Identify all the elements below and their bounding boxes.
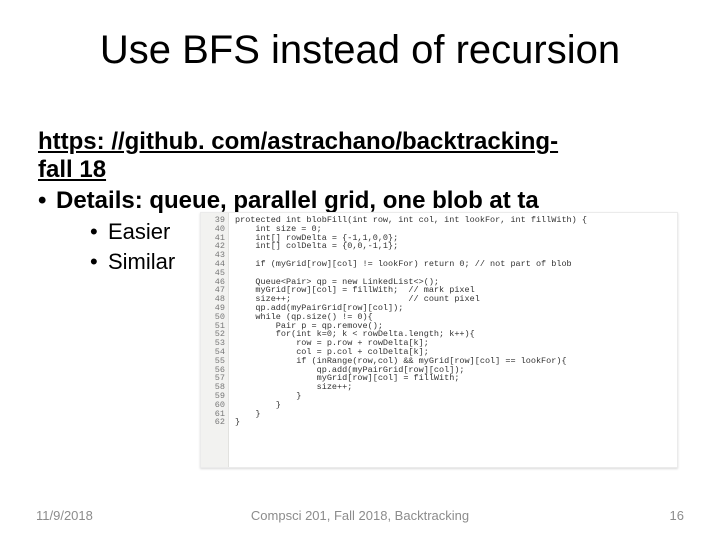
slide-footer: 11/9/2018 Compsci 201, Fall 2018, Backtr…	[0, 508, 720, 526]
slide-title: Use BFS instead of recursion	[0, 28, 720, 73]
footer-page-number: 16	[670, 508, 684, 523]
bullet-dot-icon: •	[38, 187, 56, 215]
sub-bullet-1-text: Easier	[108, 219, 170, 244]
code-text: protected int blobFill(int row, int col,…	[229, 213, 677, 467]
code-screenshot: 39 40 41 42 43 44 45 46 47 48 49 50 51 5…	[200, 212, 678, 468]
sub-bullet-2-text: Similar	[108, 249, 175, 274]
slide: Use BFS instead of recursion https: //gi…	[0, 0, 720, 540]
footer-center: Compsci 201, Fall 2018, Backtracking	[0, 508, 720, 523]
repo-link-line1: https: //github. com/astrachano/backtrac…	[38, 128, 558, 155]
bullet-main: • Details: queue, parallel grid, one blo…	[38, 187, 682, 215]
bullet-dot-icon: •	[90, 249, 108, 275]
code-gutter: 39 40 41 42 43 44 45 46 47 48 49 50 51 5…	[201, 213, 229, 467]
repo-link[interactable]: https: //github. com/astrachano/backtrac…	[38, 128, 682, 183]
repo-link-line2: fall 18	[38, 156, 106, 183]
bullet-main-text: Details: queue, parallel grid, one blob …	[56, 187, 539, 214]
bullet-dot-icon: •	[90, 219, 108, 245]
